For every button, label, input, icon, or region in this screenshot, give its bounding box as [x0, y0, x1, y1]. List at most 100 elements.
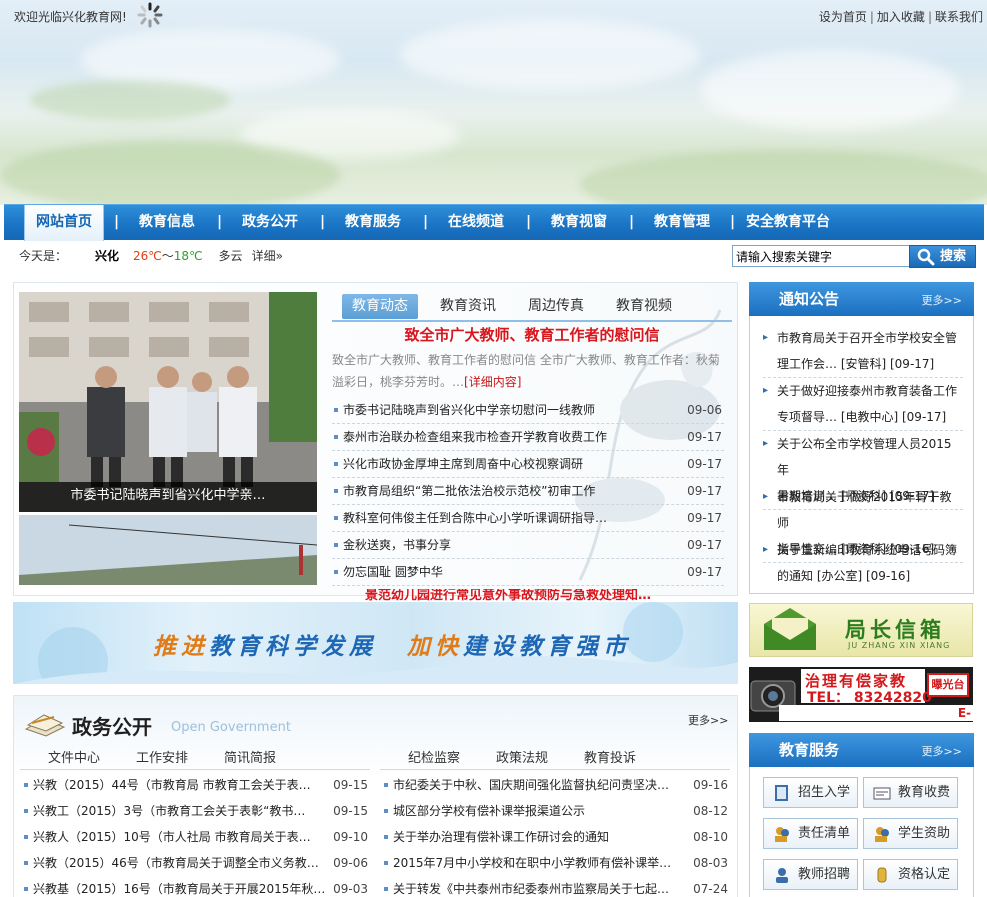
qualification-button[interactable]: 资格认定: [863, 859, 958, 890]
thumbnail-landscape-icon: [19, 515, 317, 585]
responsibility-list-button[interactable]: 责任清单: [763, 818, 858, 849]
gov-item-date: 07-24: [693, 882, 728, 896]
bullet-icon: [24, 887, 28, 891]
gov-title: 政务公开: [72, 715, 152, 739]
list-item[interactable]: ▸ 市教育局关于召开全市学校安全管 理工作会… [安管科] [09-17]: [763, 325, 963, 378]
user-icon: [776, 868, 788, 883]
table-row[interactable]: 兴教（2015）44号（市教育局 市教育工会关于表… 09-15: [22, 772, 368, 798]
bullet-icon: [334, 543, 338, 547]
nav-item-home[interactable]: 网站首页: [24, 205, 104, 241]
slogan-part2a: 加快: [407, 633, 463, 660]
nav-item-edu-service[interactable]: 教育服务: [338, 205, 408, 241]
gov-item-date: 08-12: [693, 804, 728, 818]
tab-file-center[interactable]: 文件中心: [48, 747, 100, 766]
nav-separator: |: [320, 214, 326, 230]
list-item[interactable]: 教科室何伟俊主任到合陈中心小学听课调研指导… 09-17: [332, 505, 724, 532]
list-item[interactable]: ▸ 关于重新编印教育系统电话号码簿 的通知 [办公室] [09-16]: [763, 537, 963, 589]
tab-edu-info[interactable]: 教育资讯: [430, 294, 506, 319]
gov-item-title: 兴教人（2015）10号（市人社局 市教育局关于表…: [33, 830, 311, 844]
student-aid-label: 学生资助: [898, 826, 951, 841]
table-row[interactable]: 兴教基（2015）16号（市教育局关于开展2015年秋… 09-03: [22, 876, 368, 897]
news-thumbnail[interactable]: [19, 515, 317, 585]
table-row[interactable]: 兴教（2015）46号（市教育局关于调整全市义务教… 09-06: [22, 850, 368, 876]
table-row[interactable]: 城区部分学校有偿补课举报渠道公示 08-12: [382, 798, 728, 824]
nav-item-edu-window[interactable]: 教育视窗: [544, 205, 614, 241]
list-item[interactable]: 勿忘国耻 圆梦中华 09-17: [332, 559, 724, 586]
teacher-recruit-button[interactable]: 教师招聘: [763, 859, 858, 890]
gov-item-title: 兴教（2015）46号（市教育局关于调整全市义务教…: [33, 856, 319, 870]
bullet-icon: [24, 835, 28, 839]
list-item[interactable]: 兴化市政协金厚坤主席到周奋中心校视察调研 09-17: [332, 451, 724, 478]
add-favorite-link[interactable]: 加入收藏: [877, 10, 925, 24]
qualification-label: 资格认定: [898, 867, 951, 882]
tab-nearby-fax[interactable]: 周边传真: [518, 294, 594, 319]
enrollment-button[interactable]: 招生入学: [763, 777, 858, 808]
book-icon: [775, 785, 788, 801]
bullet-icon: [334, 408, 338, 412]
news-title: 兴化市政协金厚坤主席到周奋中心校视察调研: [343, 457, 584, 471]
headline-title[interactable]: 致全市广大教师、教育工作者的慰问信: [332, 324, 732, 345]
tab-edu-news[interactable]: 教育动态: [342, 294, 418, 319]
card-icon: [873, 787, 891, 800]
summary-more-link[interactable]: [详细内容]: [464, 375, 521, 389]
notice-line1: 关于重新编印教育系统电话号码簿: [777, 543, 958, 557]
bullet-icon: [24, 809, 28, 813]
photo-caption[interactable]: 市委书记陆晓声到省兴化中学亲…: [19, 482, 317, 512]
users-icon: [775, 827, 789, 842]
tab-complaint[interactable]: 教育投诉: [584, 747, 636, 766]
news-date: 09-06: [687, 403, 722, 417]
tutoring-report-banner[interactable]: 治理有偿家教 TEL： 83242820 曝光台 E-mail:xh832428…: [749, 667, 973, 722]
tab-policy[interactable]: 政策法规: [496, 747, 548, 766]
services-more-link[interactable]: 更多>>: [922, 743, 962, 759]
tab-discipline[interactable]: 纪检监察: [408, 747, 460, 766]
table-row[interactable]: 关于转发《中共泰州市纪委泰州市监察局关于七起… 07-24: [382, 876, 728, 897]
contact-us-link[interactable]: 联系我们: [935, 10, 983, 24]
scrolling-news[interactable]: 景范幼儿园进行常见意外事故预防与急救处理知…: [365, 589, 705, 603]
table-row[interactable]: 兴教工（2015）3号（市教育工会关于表彰“教书… 09-15: [22, 798, 368, 824]
list-item[interactable]: 金秋送爽，书事分享 09-17: [332, 532, 724, 559]
news-date: 09-17: [687, 457, 722, 471]
mailbox-title: 局长信箱: [845, 617, 945, 642]
search-input[interactable]: [732, 245, 910, 267]
notice-more-link[interactable]: 更多>>: [922, 292, 962, 308]
fees-label: 教育收费: [898, 785, 951, 800]
nav-item-gov-affairs[interactable]: 政务公开: [235, 205, 305, 241]
nav-item-online-channel[interactable]: 在线频道: [441, 205, 511, 241]
table-row[interactable]: 关于举办治理有偿补课工作研讨会的通知 08-10: [382, 824, 728, 850]
nav-item-education-info[interactable]: 教育信息: [132, 205, 202, 241]
bullet-icon: [384, 835, 388, 839]
nav-item-edu-management[interactable]: 教育管理: [647, 205, 717, 241]
weather-city: 兴化: [95, 249, 120, 263]
tab-work-plan[interactable]: 工作安排: [136, 747, 188, 766]
book-icon: [24, 714, 66, 737]
tab-edu-video[interactable]: 教育视频: [606, 294, 682, 319]
list-item[interactable]: 泰州市治联办检查组来我市检查开学教育收费工作 09-17: [332, 424, 724, 451]
news-title: 泰州市治联办检查组来我市检查开学教育收费工作: [343, 430, 608, 444]
list-item[interactable]: 市委书记陆晓声到省兴化中学亲切慰问一线教师 09-06: [332, 397, 724, 424]
news-date: 09-17: [687, 565, 722, 579]
notice-line1: 市教育局关于召开全市学校安全管: [777, 331, 958, 345]
list-item[interactable]: ▸ 关于做好迎接泰州市教育装备工作 专项督导… [电教中心] [09-17]: [763, 378, 963, 431]
tab-divider: [332, 320, 732, 322]
news-photo[interactable]: [19, 292, 317, 512]
table-row[interactable]: 2015年7月中小学校和在职中小学教师有偿补课举… 08-03: [382, 850, 728, 876]
gov-item-title: 市纪委关于中秋、国庆期间强化监督执纪问责坚决…: [393, 778, 670, 792]
gov-item-title: 关于转发《中共泰州市纪委泰州市监察局关于七起…: [393, 882, 670, 896]
student-aid-button[interactable]: 学生资助: [863, 818, 958, 849]
nav-item-safety-platform[interactable]: 安全教育平台: [738, 205, 838, 241]
bullet-icon: [24, 861, 28, 865]
bullet-icon: [334, 516, 338, 520]
bullet-icon: [384, 887, 388, 891]
fees-button[interactable]: 教育收费: [863, 777, 958, 808]
gov-more-link[interactable]: 更多>>: [688, 712, 728, 728]
set-homepage-link[interactable]: 设为首页: [819, 10, 867, 24]
slogan-part2b: 建设教育强市: [463, 633, 631, 660]
list-item[interactable]: 市教育局组织“第二批依法治校示范校”初审工作 09-17: [332, 478, 724, 505]
table-row[interactable]: 兴教人（2015）10号（市人社局 市教育局关于表… 09-10: [22, 824, 368, 850]
tab-briefing[interactable]: 简讯简报: [224, 747, 276, 766]
summary-text: 致全市广大教师、教育工作者的慰问信 全市广大教师、教育工作者：秋菊溢彩日，桃李芬…: [332, 353, 720, 389]
weather-detail-link[interactable]: 详细»: [252, 249, 283, 263]
search-button[interactable]: 搜索: [909, 245, 976, 268]
headline-summary: 致全市广大教师、教育工作者的慰问信 全市广大教师、教育工作者：秋菊溢彩日，桃李芬…: [332, 349, 724, 393]
table-row[interactable]: 市纪委关于中秋、国庆期间强化监督执纪问责坚决… 09-16: [382, 772, 728, 798]
